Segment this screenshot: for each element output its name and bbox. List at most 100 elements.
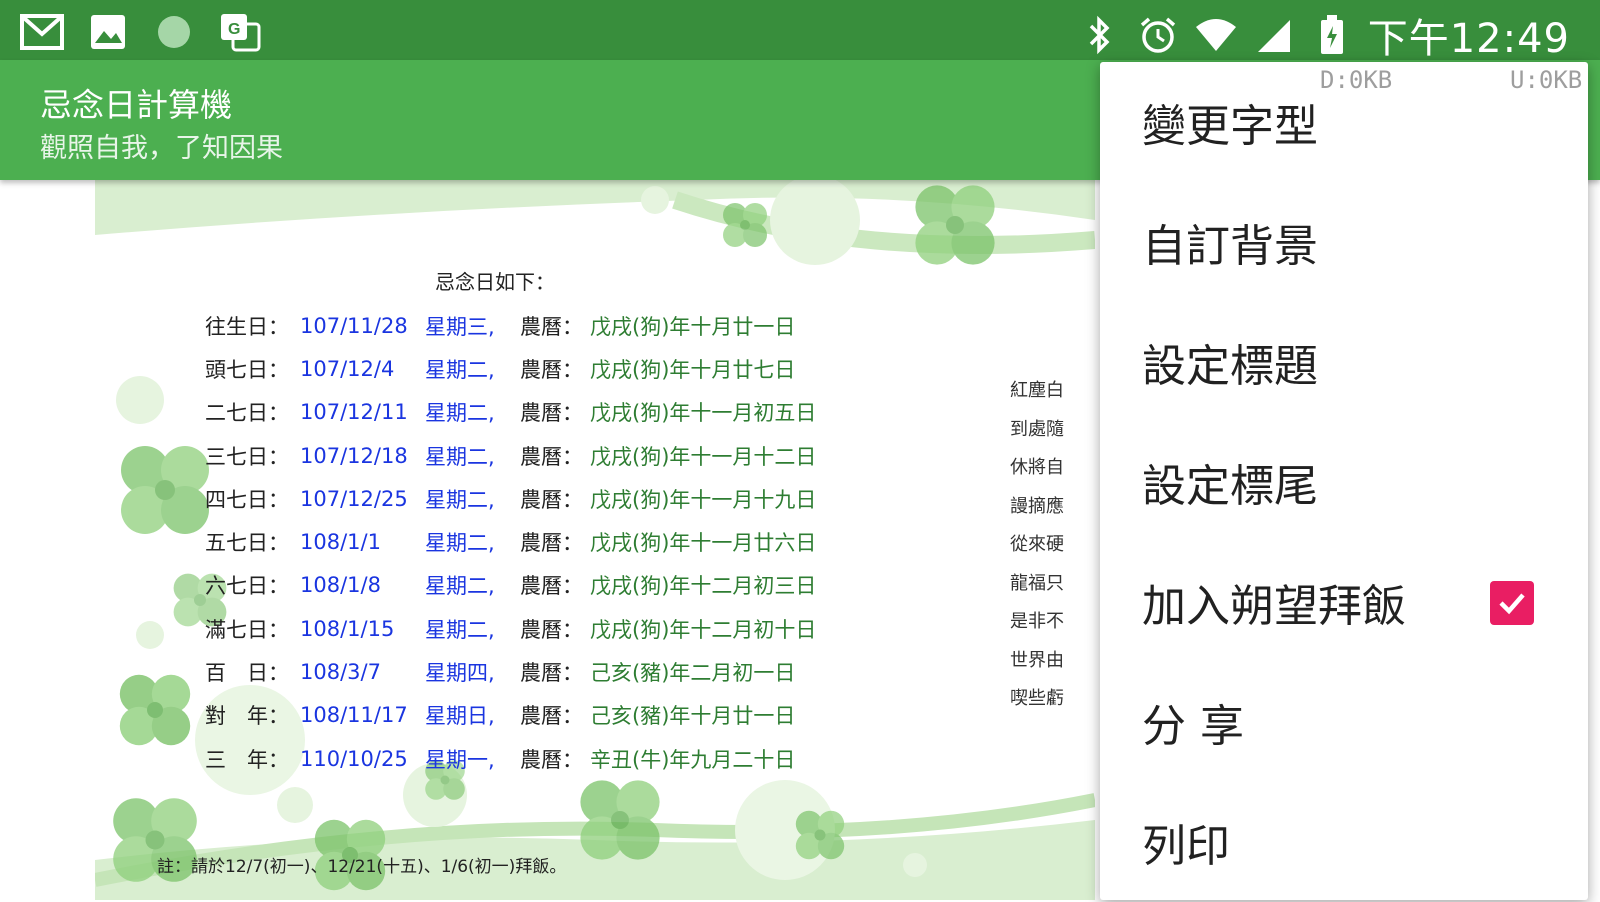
date-row: 往生日： 107/11/28 星期三, 農曆： 戊戌(狗)年十月廿一日 bbox=[205, 304, 816, 347]
menu-item-add-offerings[interactable]: 加入朔望拜飯 bbox=[1100, 542, 1588, 662]
row-lunar-date: 戊戌(狗)年十一月初五日 bbox=[590, 401, 817, 426]
app-title: 忌念日計算機 bbox=[40, 86, 233, 124]
menu-item-label: 設定標題 bbox=[1142, 341, 1318, 392]
menu-item-label: 列印 bbox=[1142, 821, 1230, 872]
row-label: 對 年： bbox=[205, 704, 289, 729]
document-heading: 忌念日如下： bbox=[435, 270, 555, 294]
date-row: 滿七日： 108/1/15 星期二, 農曆： 戊戌(狗)年十二月初十日 bbox=[205, 607, 816, 650]
row-label: 五七日： bbox=[205, 531, 289, 556]
row-date: 107/12/18 bbox=[300, 443, 408, 468]
menu-item-label: 變更字型 bbox=[1142, 101, 1318, 152]
menu-item-set-footer[interactable]: 設定標尾 bbox=[1100, 422, 1588, 542]
menu-item-set-title[interactable]: 設定標題 bbox=[1100, 302, 1588, 422]
row-lunar-label: 農曆： bbox=[520, 444, 583, 469]
row-weekday: 星期日, bbox=[425, 704, 495, 729]
poem-line: 到處隨 bbox=[1010, 418, 1064, 440]
row-lunar-label: 農曆： bbox=[520, 357, 583, 382]
menu-item-label: 自訂背景 bbox=[1142, 221, 1318, 272]
memorial-date-list: 往生日： 107/11/28 星期三, 農曆： 戊戌(狗)年十月廿一日 頭七日： 107/… bbox=[205, 304, 816, 780]
row-date: 107/12/25 bbox=[300, 486, 408, 511]
row-lunar-date: 戊戌(狗)年十月廿七日 bbox=[590, 357, 796, 382]
row-weekday: 星期二, bbox=[425, 401, 495, 426]
row-lunar-date: 戊戌(狗)年十一月廿六日 bbox=[590, 531, 817, 556]
overflow-menu: 變更字型 自訂背景 設定標題 設定標尾 加入朔望拜飯 分 享 列印 bbox=[1100, 62, 1588, 900]
row-lunar-label: 農曆： bbox=[520, 661, 583, 686]
battery-icon bbox=[1310, 13, 1354, 57]
app-subtitle: 觀照自我，了知因果 bbox=[40, 133, 283, 164]
row-lunar-label: 農曆： bbox=[520, 574, 583, 599]
row-lunar-label: 農曆： bbox=[520, 314, 583, 339]
row-date: 108/1/15 bbox=[300, 616, 395, 641]
row-label: 往生日： bbox=[205, 314, 289, 339]
row-lunar-date: 戊戌(狗)年十二月初三日 bbox=[590, 574, 817, 599]
offerings-checkbox[interactable] bbox=[1490, 581, 1534, 625]
menu-item-print[interactable]: 列印 bbox=[1100, 782, 1588, 902]
date-row: 二七日： 107/12/11 星期二, 農曆： 戊戌(狗)年十一月初五日 bbox=[205, 391, 816, 434]
gmail-icon bbox=[20, 10, 64, 54]
date-row: 三 年： 110/10/25 星期一, 農曆： 辛丑(牛)年九月二十日 bbox=[205, 737, 816, 780]
row-date: 110/10/25 bbox=[300, 746, 408, 771]
document-note: 註：請於12/7(初一)、12/21(十五)、1/6(初一)拜飯。 bbox=[157, 857, 567, 877]
row-lunar-label: 農曆： bbox=[520, 401, 583, 426]
image-icon bbox=[86, 10, 130, 54]
row-lunar-date: 辛丑(牛)年九月二十日 bbox=[590, 747, 796, 772]
bluetooth-icon bbox=[1078, 13, 1122, 57]
row-date: 107/12/4 bbox=[300, 356, 395, 381]
notification-icons: G bbox=[20, 10, 262, 54]
poem-line: 謾摘應 bbox=[1010, 495, 1064, 517]
memorial-document: 忌念日如下： 往生日： 107/11/28 星期三, 農曆： 戊戌(狗)年十月廿一日 頭… bbox=[95, 180, 1095, 900]
row-date: 108/11/17 bbox=[300, 703, 408, 728]
row-label: 頭七日： bbox=[205, 357, 289, 382]
row-weekday: 星期二, bbox=[425, 531, 495, 556]
menu-item-label: 設定標尾 bbox=[1142, 461, 1318, 512]
poem-line: 世界由 bbox=[1010, 649, 1064, 671]
row-date: 107/12/11 bbox=[300, 400, 408, 425]
row-label: 滿七日： bbox=[205, 617, 289, 642]
row-lunar-label: 農曆： bbox=[520, 704, 583, 729]
row-label: 四七日： bbox=[205, 487, 289, 512]
translate-icon: G bbox=[218, 10, 262, 54]
row-date: 108/1/1 bbox=[300, 530, 381, 555]
date-row: 對 年： 108/11/17 星期日, 農曆： 己亥(豬)年十月廿一日 bbox=[205, 694, 816, 737]
row-lunar-label: 農曆： bbox=[520, 487, 583, 512]
upload-speed: U:0KB bbox=[1510, 66, 1583, 94]
wifi-icon bbox=[1194, 13, 1238, 57]
poem-line: 是非不 bbox=[1010, 611, 1064, 632]
row-weekday: 星期一, bbox=[425, 747, 495, 772]
row-label: 二七日： bbox=[205, 401, 289, 426]
row-lunar-date: 戊戌(狗)年十一月十九日 bbox=[590, 487, 817, 512]
row-lunar-date: 戊戌(狗)年十月廿一日 bbox=[590, 314, 796, 339]
date-row: 六七日： 108/1/8 星期二, 農曆： 戊戌(狗)年十二月初三日 bbox=[205, 564, 816, 607]
circle-icon bbox=[152, 10, 196, 54]
menu-item-label: 分 享 bbox=[1142, 701, 1244, 752]
row-label: 三 年： bbox=[205, 747, 289, 772]
row-weekday: 星期二, bbox=[425, 574, 495, 599]
row-lunar-label: 農曆： bbox=[520, 747, 583, 772]
date-row: 三七日： 107/12/18 星期二, 農曆： 戊戌(狗)年十一月十二日 bbox=[205, 434, 816, 477]
row-lunar-date: 戊戌(狗)年十一月十二日 bbox=[590, 444, 817, 469]
row-label: 六七日： bbox=[205, 574, 289, 599]
date-row: 百 日： 108/3/7 星期四, 農曆： 己亥(豬)年二月初一日 bbox=[205, 650, 816, 693]
clock-time: 下午12:49 bbox=[1367, 16, 1570, 62]
menu-item-share[interactable]: 分 享 bbox=[1100, 662, 1588, 782]
row-lunar-date: 己亥(豬)年十月廿一日 bbox=[590, 704, 796, 729]
row-date: 108/1/8 bbox=[300, 573, 381, 598]
row-lunar-date: 戊戌(狗)年十二月初十日 bbox=[590, 617, 817, 642]
side-poem: 紅塵白 到處隨 休將自 謾摘應 從來硬 龍福只 是非不 世界由 喫些虧 bbox=[1010, 376, 1064, 723]
menu-item-custom-background[interactable]: 自訂背景 bbox=[1100, 182, 1588, 302]
row-weekday: 星期二, bbox=[425, 444, 495, 469]
row-weekday: 星期四, bbox=[425, 661, 495, 686]
poem-line: 從來硬 bbox=[1010, 534, 1064, 555]
date-row: 五七日： 108/1/1 星期二, 農曆： 戊戌(狗)年十一月廿六日 bbox=[205, 520, 816, 563]
row-label: 三七日： bbox=[205, 444, 289, 469]
row-weekday: 星期三, bbox=[425, 314, 495, 339]
system-icons: 下午12:49 bbox=[1078, 6, 1570, 64]
signal-icon bbox=[1252, 13, 1296, 57]
row-label: 百 日： bbox=[205, 661, 289, 686]
checkmark-icon bbox=[1499, 593, 1525, 615]
row-lunar-label: 農曆： bbox=[520, 531, 583, 556]
poem-line: 喫些虧 bbox=[1010, 688, 1064, 709]
row-lunar-date: 己亥(豬)年二月初一日 bbox=[590, 661, 796, 686]
menu-item-label: 加入朔望拜飯 bbox=[1142, 581, 1406, 632]
poem-line: 紅塵白 bbox=[1010, 380, 1064, 401]
